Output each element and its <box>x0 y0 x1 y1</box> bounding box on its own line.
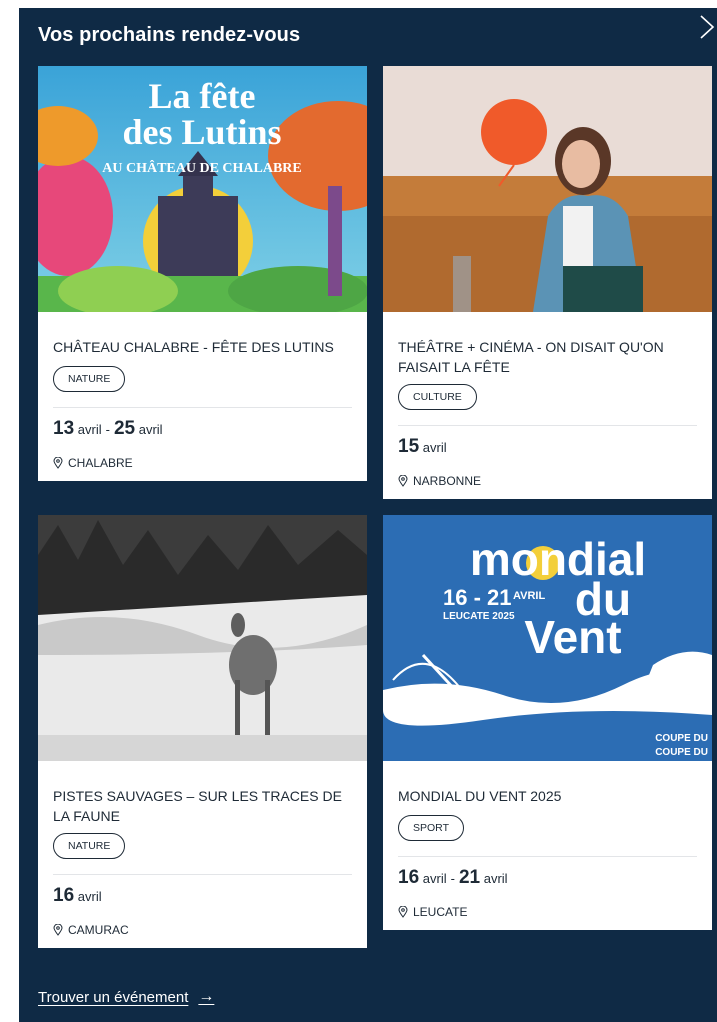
map-pin-icon <box>398 906 408 918</box>
event-image-pistes <box>38 515 367 761</box>
poster-dates: 16 - 21 <box>443 585 512 610</box>
event-location: CAMURAC <box>53 923 129 937</box>
map-pin-icon <box>398 475 408 487</box>
event-image-theatre <box>383 66 712 312</box>
event-title[interactable]: Théâtre + Cinéma - On disait qu'on faisa… <box>398 337 697 377</box>
divider <box>53 874 352 875</box>
event-tag: Culture <box>398 384 477 410</box>
arrow-right-icon: → <box>198 988 215 1005</box>
event-tag: Nature <box>53 833 126 859</box>
event-dates: 15 avril <box>398 436 447 457</box>
event-location: CHALABRE <box>53 456 133 470</box>
poster-month: AVRIL <box>513 590 545 602</box>
event-title[interactable]: Château Chalabre - Fête des Lutins <box>53 337 352 357</box>
event-dates: 16 avril <box>53 885 102 906</box>
close-icon <box>700 15 715 39</box>
event-card-pistes[interactable]: Pistes sauvages – Sur les traces de la f… <box>38 515 367 948</box>
event-location: NARBONNE <box>398 474 481 488</box>
divider <box>53 407 352 408</box>
event-card-theatre[interactable]: Théâtre + Cinéma - On disait qu'on faisa… <box>383 66 712 499</box>
event-card-mondial[interactable]: mondial du Vent 16 - 21 AVRIL LEUCATE 20… <box>383 515 712 930</box>
map-pin-icon <box>53 924 63 936</box>
poster-brand3: Vent <box>524 611 621 663</box>
map-pin-icon <box>53 457 63 469</box>
poster-line2: des Lutins <box>122 112 281 152</box>
find-event-label: Trouver un événement <box>38 988 189 1006</box>
poster-line3: AU CHÂTEAU DE CHALABRE <box>102 159 302 176</box>
poster-corner2: COUPE DU <box>655 747 708 758</box>
event-image-mondial: mondial du Vent 16 - 21 AVRIL LEUCATE 20… <box>383 515 712 761</box>
poster-place: LEUCATE 2025 <box>443 611 515 622</box>
event-title[interactable]: Pistes sauvages – Sur les traces de la f… <box>53 786 352 826</box>
event-image-lutins: La fête des Lutins AU CHÂTEAU DE CHALABR… <box>38 66 367 312</box>
panel-title: Vos prochains rendez-vous <box>38 24 301 46</box>
event-tag: Nature <box>53 366 126 392</box>
event-location: LEUCATE <box>398 905 467 919</box>
close-button[interactable] <box>697 14 715 42</box>
event-tag: Sport <box>398 815 464 841</box>
divider <box>398 856 697 857</box>
find-event-link[interactable]: Trouver un événement → <box>38 988 214 1006</box>
event-dates: 13 avril -25 avril <box>53 418 163 439</box>
poster-corner1: COUPE DU <box>655 733 708 744</box>
event-card-lutins[interactable]: La fête des Lutins AU CHÂTEAU DE CHALABR… <box>38 66 367 481</box>
events-panel: Vos prochains rendez-vous La fête des Lu… <box>19 8 717 1022</box>
event-dates: 16 avril -21 avril <box>398 867 508 888</box>
event-title[interactable]: Mondial du Vent 2025 <box>398 786 697 806</box>
divider <box>398 425 697 426</box>
poster-line1: La fête <box>149 76 256 116</box>
